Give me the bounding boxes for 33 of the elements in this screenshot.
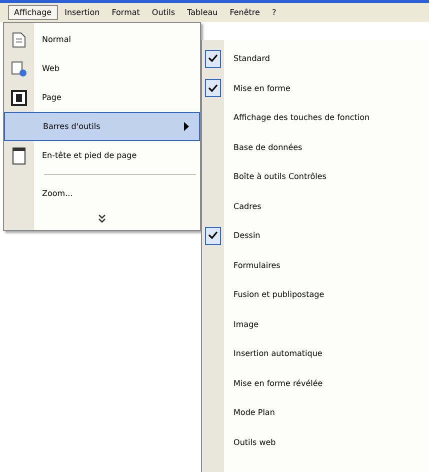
menu-item[interactable]: Web — [4, 54, 200, 83]
menu-item[interactable]: Insertion automatique — [202, 339, 429, 368]
menu-item[interactable]: Standard — [202, 44, 429, 74]
menu-bar-item[interactable]: Fenêtre — [224, 6, 265, 19]
menu-bar-item[interactable]: Format — [106, 6, 145, 19]
header-footer-icon — [12, 146, 26, 164]
menu-bar-item[interactable]: Affichage — [8, 5, 58, 20]
menu-item[interactable]: Boîte à outils Contrôles — [202, 162, 429, 192]
menu-item[interactable]: Mode Plan — [202, 398, 429, 428]
menu-item[interactable]: Fusion et publipostage — [202, 280, 429, 310]
menu-item[interactable]: Image — [202, 310, 429, 339]
menu-item[interactable]: Page — [4, 83, 200, 112]
menu-bar-item[interactable]: Outils — [146, 6, 180, 19]
page-layout-icon — [11, 90, 27, 106]
menu-item[interactable]: Dessin — [202, 221, 429, 250]
document-icon — [12, 32, 26, 48]
menu-item[interactable]: En-tête et pied de page — [4, 141, 200, 170]
menu-bar-item[interactable]: Insertion — [60, 6, 105, 19]
menu-item[interactable]: Affichage des touches de fonction — [202, 103, 429, 132]
menu-item[interactable]: Outils web — [202, 428, 429, 457]
menu-item[interactable]: Cadres — [202, 192, 429, 221]
submenu-arrow-icon — [184, 122, 189, 131]
menu-item[interactable]: Barres d'outils — [4, 112, 200, 141]
web-page-icon — [11, 60, 27, 76]
menu-item[interactable]: Base de données — [202, 132, 429, 162]
menu-item[interactable]: Zoom... — [4, 179, 200, 208]
menu-item[interactable]: Formulaires — [202, 250, 429, 280]
menu-item[interactable]: Normal — [4, 25, 200, 54]
menu-item[interactable]: Mise en forme révélée — [202, 368, 429, 398]
menu-bar-item[interactable]: ? — [266, 6, 282, 19]
expand-chevron-icon[interactable] — [98, 214, 106, 222]
menu-bar-item[interactable]: Tableau — [182, 6, 223, 19]
menu-item[interactable]: Mise en forme — [202, 74, 429, 103]
